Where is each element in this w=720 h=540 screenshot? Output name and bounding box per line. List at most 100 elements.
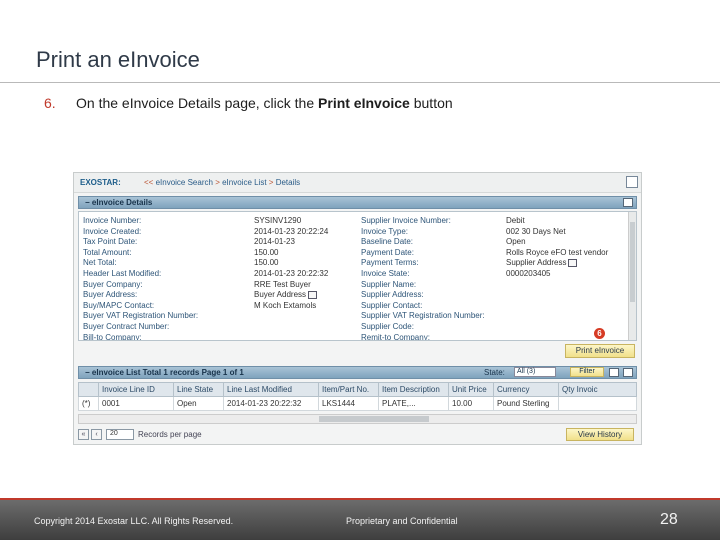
detail-label: Supplier Invoice Number: (361, 216, 451, 225)
page-size-select[interactable]: 20 (106, 429, 134, 440)
address-card-icon[interactable] (568, 259, 578, 268)
breadcrumb-back[interactable]: << (144, 178, 153, 187)
detail-label: Total Amount: (83, 247, 132, 257)
detail-value: 002 30 Days Net (506, 226, 566, 236)
details-panel-header: − eInvoice Details (78, 196, 637, 209)
detail-label: Buyer VAT Registration Number: (83, 311, 199, 321)
page-number: 28 (660, 511, 678, 528)
detail-label: Invoice Number: (83, 216, 142, 225)
detail-label: Invoice State: (361, 268, 410, 278)
print-einvoice-button[interactable]: Print eInvoice (565, 344, 635, 358)
detail-value: 2014-01-23 20:22:32 (254, 268, 329, 278)
detail-value: 0000203405 (506, 268, 551, 278)
table-cell: Open (173, 396, 224, 411)
breadcrumb-einvoice-search[interactable]: eInvoice Search (156, 178, 213, 187)
table-header-row: Invoice Line ID Line State Line Last Modif… (78, 382, 637, 397)
prev-page-icon[interactable]: ‹ (91, 429, 102, 440)
footer: Copyright 2014 Exostar LLC. All Rights R… (0, 498, 720, 540)
confidential-text: Proprietary and Confidential (346, 516, 458, 526)
column-header[interactable]: Qty Invoic (558, 382, 637, 397)
table-cell: 10.00 (448, 396, 494, 411)
state-label: State: (484, 368, 505, 377)
detail-value: 150.00 (254, 258, 279, 268)
column-header[interactable]: Invoice Line ID (98, 382, 174, 397)
breadcrumb-separator: > (215, 178, 220, 187)
details-panel-title: eInvoice Details (91, 198, 153, 207)
step-instruction: On the eInvoice Details page, click the … (76, 95, 453, 111)
printer-icon[interactable] (623, 368, 633, 377)
breadcrumb-einvoice-list[interactable]: eInvoice List (222, 178, 266, 187)
detail-value: 150.00 (254, 247, 279, 257)
table-cell: Pound Sterling (493, 396, 559, 411)
step-text-bold: Print eInvoice (318, 95, 410, 111)
detail-label: Invoice Type: (361, 226, 408, 236)
detail-value: Buyer Address (254, 290, 328, 301)
breadcrumb-path: << eInvoice Search > eInvoice List > Det… (144, 178, 300, 187)
details-left-values: SYSINV1290 2014-01-23 20:22:24 2014-01-23 1… (254, 216, 328, 311)
scrollbar-thumb[interactable] (319, 416, 429, 422)
details-panel: Invoice Number: Invoice Created: Tax Point… (78, 211, 637, 341)
records-per-page-label: Records per page (138, 430, 202, 439)
first-page-icon[interactable]: « (78, 429, 89, 440)
exostar-logo: EXOSTAR: (80, 178, 121, 187)
detail-label: Baseline Date: (361, 237, 414, 247)
list-panel-title: eInvoice List Total 1 records Page 1 of … (91, 368, 244, 377)
details-right-labels: Supplier Invoice Number: Invoice Type: Bas… (361, 216, 485, 341)
row-select-radio[interactable]: (*) (78, 396, 99, 411)
column-header[interactable]: Currency (493, 382, 559, 397)
detail-value: RRE Test Buyer (254, 279, 311, 289)
window-icon[interactable] (626, 176, 638, 188)
detail-value: SYSINV1290 (254, 216, 302, 225)
detail-value: Debit (506, 216, 525, 225)
column-header[interactable]: Item/Part No. (318, 382, 379, 397)
details-scrollbar[interactable] (628, 212, 636, 340)
detail-label: Buyer Company: (83, 279, 143, 289)
filter-button[interactable]: Filter (570, 367, 604, 377)
scrollbar-thumb[interactable] (630, 222, 635, 302)
printer-icon[interactable] (623, 198, 633, 207)
state-select[interactable]: All (3) (514, 367, 556, 377)
address-card-icon[interactable] (308, 291, 318, 300)
column-header[interactable]: Item Description (378, 382, 449, 397)
detail-label: Buyer Address: (83, 290, 138, 300)
column-header[interactable]: Unit Price (448, 382, 494, 397)
step-text-post: button (409, 95, 453, 111)
column-header[interactable] (78, 382, 99, 397)
detail-label: Bill-to Company: (83, 332, 142, 341)
detail-value: Supplier Address (506, 258, 608, 269)
export-icon[interactable] (609, 368, 619, 377)
detail-value: Open (506, 237, 526, 247)
einvoice-screenshot: EXOSTAR: << eInvoice Search > eInvoice L… (73, 172, 642, 445)
detail-label: Buyer Contract Number: (83, 321, 170, 331)
detail-label: Tax Point Date: (83, 237, 138, 247)
table-row[interactable]: (*) 0001 Open 2014-01-23 20:22:32 LKS1444 PLA… (78, 396, 637, 411)
view-history-button[interactable]: View History (566, 428, 634, 441)
detail-label: Remit-to Company: (361, 332, 430, 341)
detail-label: Supplier Code: (361, 321, 414, 331)
detail-value: M Koch Extamols (254, 300, 317, 310)
list-panel-header: − eInvoice List Total 1 records Page 1 o… (78, 366, 637, 379)
detail-label: Supplier VAT Registration Number: (361, 311, 485, 321)
column-header[interactable]: Line Last Modified (223, 382, 319, 397)
collapse-icon[interactable]: − (85, 198, 90, 207)
detail-label: Supplier Address: (361, 290, 424, 300)
copyright-text: Copyright 2014 Exostar LLC. All Rights R… (34, 516, 234, 526)
slide-title: Print an eInvoice (36, 47, 200, 72)
table-cell (558, 396, 637, 411)
table-cell: PLATE,... (378, 396, 449, 411)
table-cell: LKS1444 (318, 396, 379, 411)
detail-label: Supplier Contact: (361, 300, 423, 310)
details-right-values: Debit 002 30 Days Net Open Rolls Royce eFO … (506, 216, 608, 280)
detail-label: Invoice Created: (83, 226, 142, 236)
step-text-pre: On the eInvoice Details page, click the (76, 95, 319, 111)
detail-label: Net Total: (83, 258, 117, 268)
step-badge: 6 (594, 328, 605, 339)
line-items-table: Invoice Line ID Line State Line Last Modif… (78, 382, 637, 411)
breadcrumb-details: Details (275, 178, 301, 187)
detail-label: Payment Date: (361, 247, 414, 257)
details-left-labels: Invoice Number: Invoice Created: Tax Point… (83, 216, 199, 341)
collapse-icon[interactable]: − (85, 368, 90, 377)
detail-label: Buy/MAPC Contact: (83, 300, 155, 310)
table-horizontal-scrollbar[interactable] (78, 414, 637, 424)
column-header[interactable]: Line State (173, 382, 224, 397)
